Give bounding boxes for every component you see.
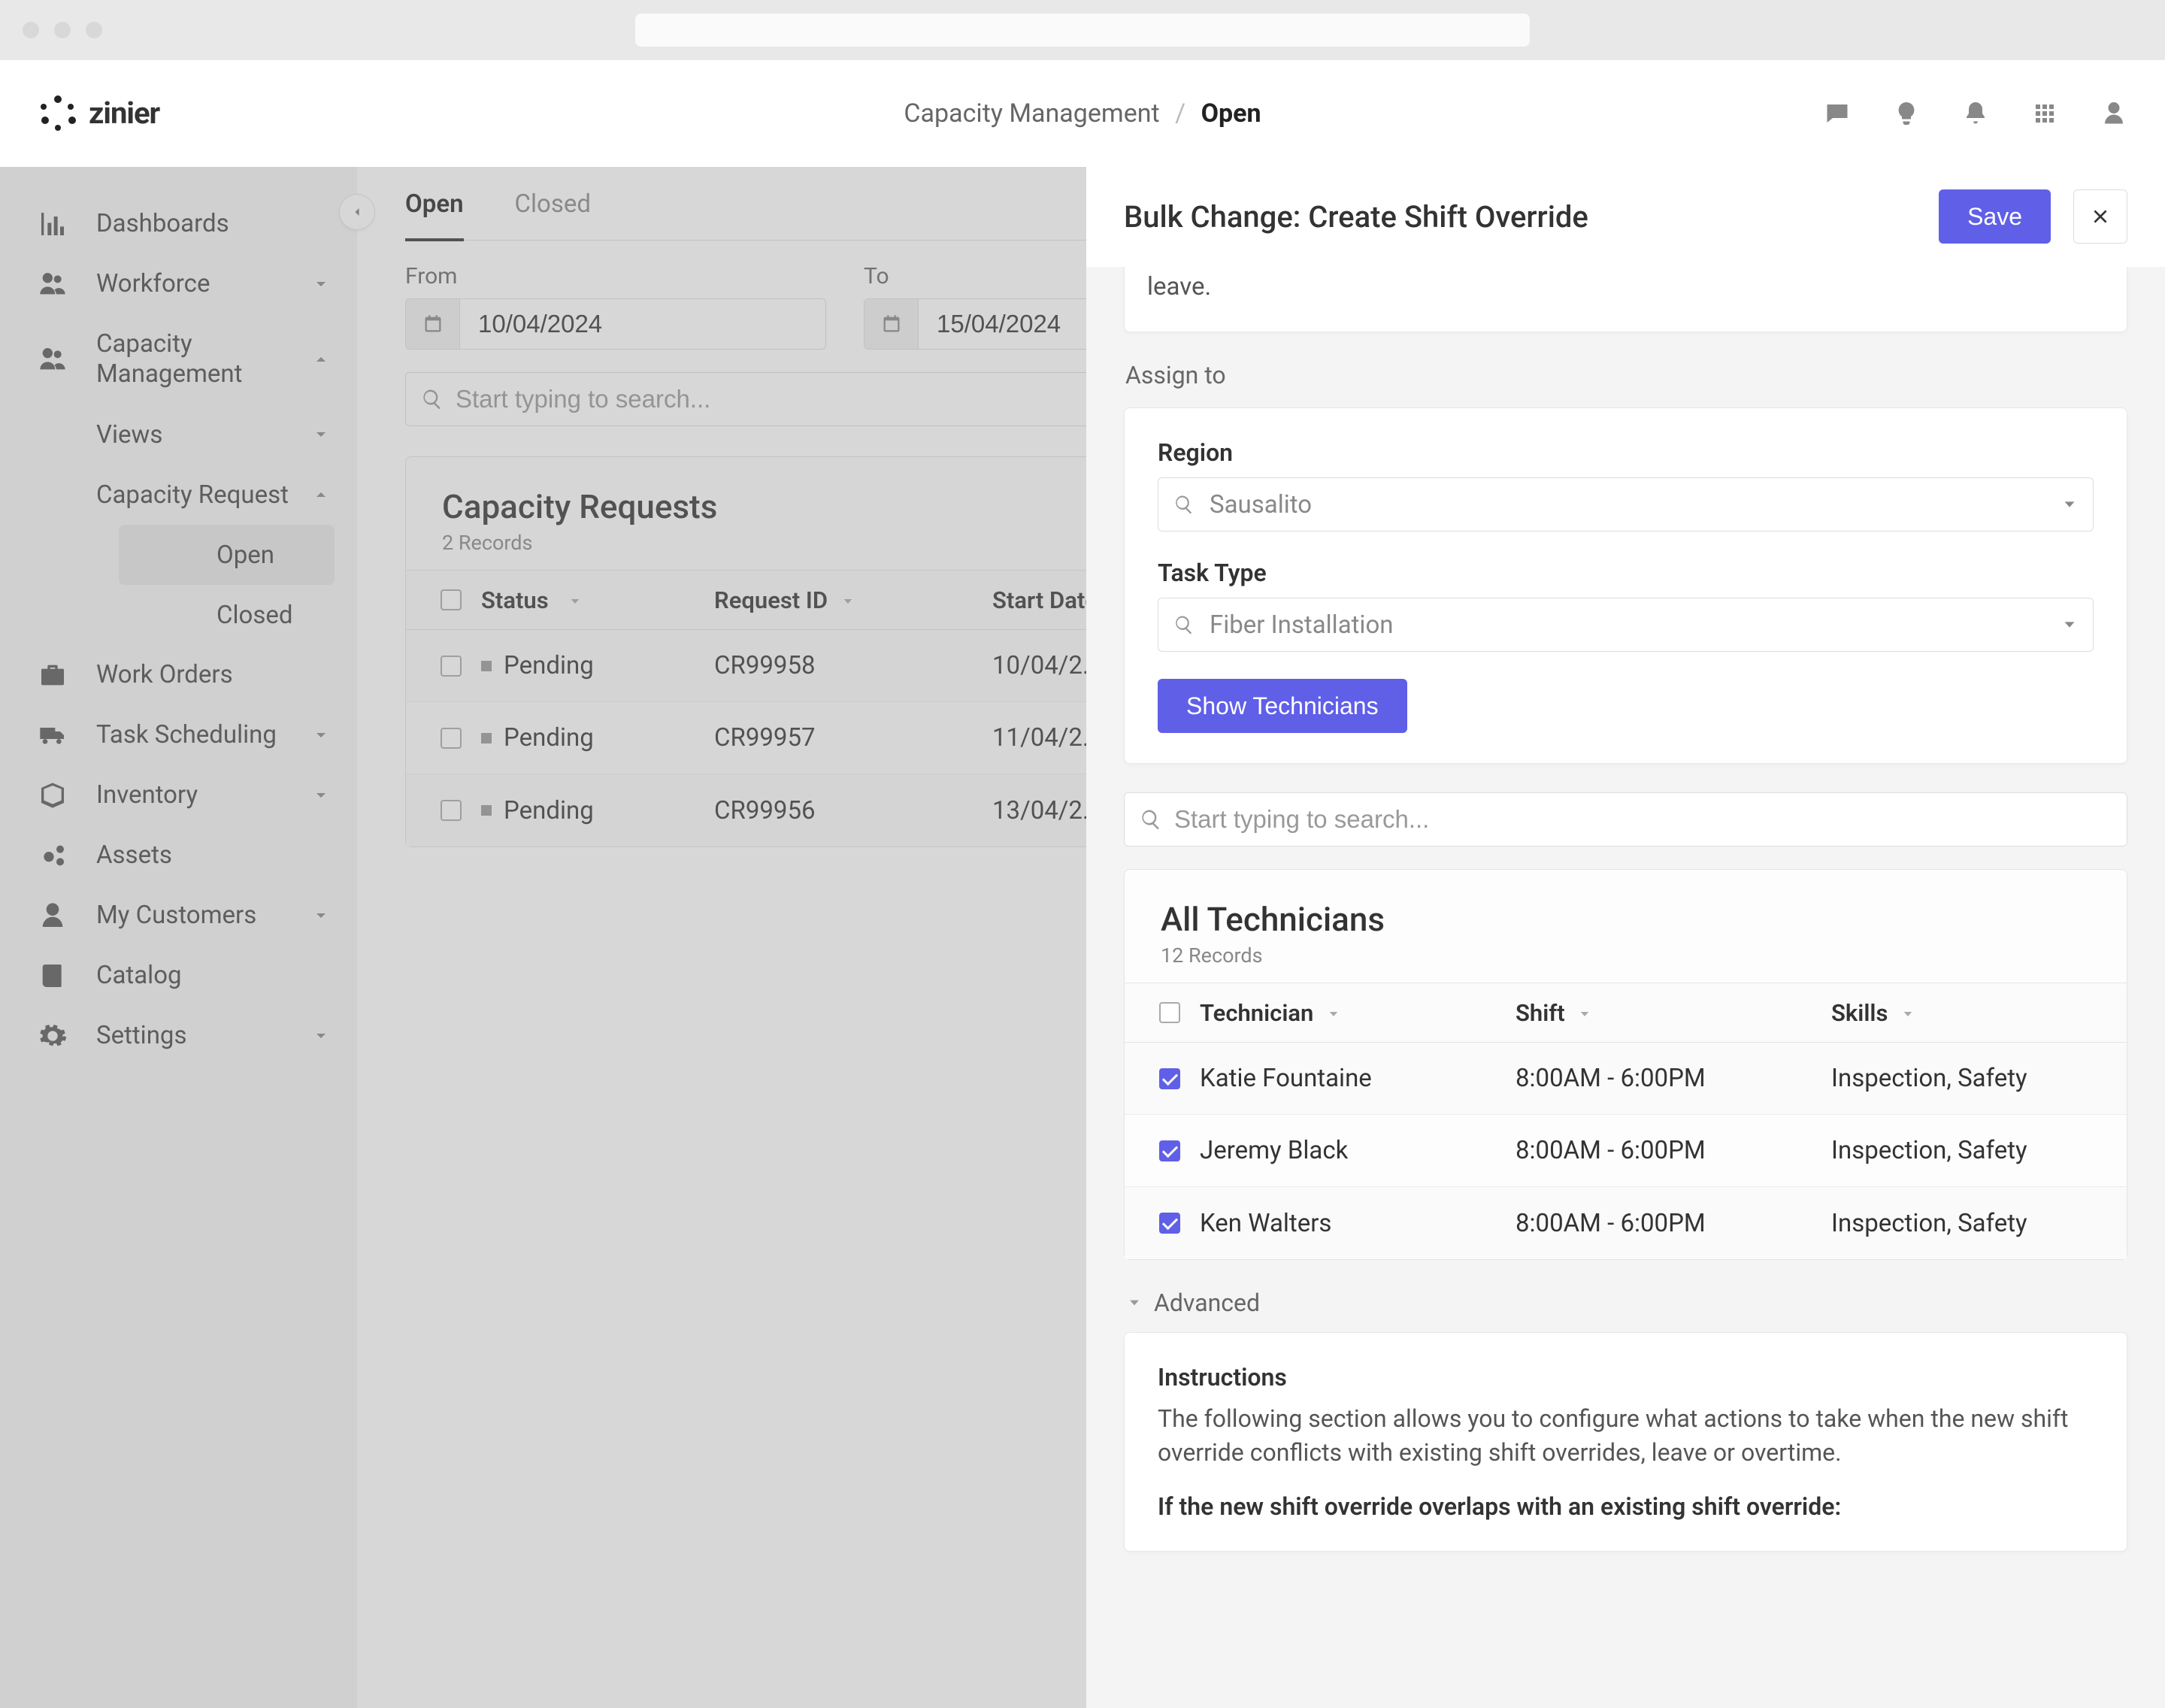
tasktype-select[interactable]: Fiber Installation (1158, 598, 2094, 652)
region-value: Sausalito (1210, 490, 2061, 519)
instructions-body: The following section allows you to conf… (1158, 1402, 2094, 1470)
window-dot[interactable] (23, 22, 39, 38)
row-checkbox[interactable] (1159, 1213, 1180, 1234)
help-icon[interactable] (1893, 100, 1920, 127)
main-layout: Dashboards Workforce Capacity Management… (0, 167, 2165, 1708)
instructions-subtitle: If the new shift override overlaps with … (1158, 1492, 2094, 1521)
chevron-down-icon (2061, 496, 2078, 513)
topbar: zinier Capacity Management / Open (0, 60, 2165, 167)
tasktype-label: Task Type (1158, 559, 2094, 587)
skills-cell: Inspection, Safety (1831, 1064, 2112, 1093)
brand-name: zinier (89, 95, 159, 131)
row-checkbox[interactable] (1159, 1140, 1180, 1161)
table-row[interactable]: Katie Fountaine8:00AM - 6:00PMInspection… (1125, 1043, 2127, 1115)
close-icon (2091, 207, 2110, 226)
window-dot[interactable] (86, 22, 102, 38)
technicians-header: All Technicians 12 Records (1125, 870, 2127, 983)
browser-titlebar (0, 0, 2165, 60)
shift-cell: 8:00AM - 6:00PM (1516, 1064, 1831, 1093)
col-technician-header[interactable]: Technician (1200, 999, 1516, 1027)
window-controls (23, 22, 102, 38)
assign-panel: Region Sausalito Task Type Fiber Install… (1124, 407, 2127, 764)
instructions-title: Instructions (1158, 1363, 2094, 1392)
logo-mark-icon (38, 93, 78, 134)
advanced-label: Advanced (1154, 1289, 1260, 1317)
search-icon (1140, 808, 1162, 831)
breadcrumb-section[interactable]: Capacity Management (904, 98, 1159, 129)
sort-icon (1578, 999, 1591, 1027)
technician-cell: Ken Walters (1200, 1209, 1516, 1238)
topbar-actions (1824, 100, 2127, 127)
close-button[interactable] (2073, 189, 2127, 244)
triangle-down-icon (1127, 1295, 1142, 1310)
technicians-rows: Katie Fountaine8:00AM - 6:00PMInspection… (1125, 1043, 2127, 1259)
app-window: zinier Capacity Management / Open Dashbo… (0, 0, 2165, 1708)
technicians-table-head: Technician Shift Skills (1125, 983, 2127, 1043)
brand-logo[interactable]: zinier (38, 93, 159, 134)
drawer-body: leave. Assign to Region Sausalito Task T… (1086, 267, 2165, 1589)
shift-cell: 8:00AM - 6:00PM (1516, 1209, 1831, 1238)
region-field: Region Sausalito (1158, 438, 2094, 531)
skills-cell: Inspection, Safety (1831, 1136, 2112, 1165)
table-row[interactable]: Ken Walters8:00AM - 6:00PMInspection, Sa… (1125, 1187, 2127, 1259)
tech-search-input[interactable] (1174, 805, 2112, 834)
breadcrumb: Capacity Management / Open (904, 98, 1261, 129)
col-skills-header[interactable]: Skills (1831, 999, 2112, 1027)
apps-icon[interactable] (2031, 100, 2058, 127)
window-dot[interactable] (54, 22, 71, 38)
technicians-count: 12 Records (1161, 943, 2091, 968)
show-technicians-button[interactable]: Show Technicians (1158, 679, 1407, 733)
region-select[interactable]: Sausalito (1158, 477, 2094, 531)
drawer-panel: Bulk Change: Create Shift Override Save … (1086, 167, 2165, 1708)
skills-cell: Inspection, Safety (1831, 1209, 2112, 1238)
shift-cell: 8:00AM - 6:00PM (1516, 1136, 1831, 1165)
tasktype-value: Fiber Installation (1210, 610, 2061, 640)
sort-icon (1901, 999, 1915, 1027)
search-icon (1173, 494, 1195, 515)
tech-select-all[interactable] (1159, 1002, 1180, 1023)
col-shift-header[interactable]: Shift (1516, 999, 1831, 1027)
note-panel: leave. (1124, 267, 2127, 332)
region-label: Region (1158, 438, 2094, 467)
note-text: leave. (1147, 270, 2104, 304)
drawer-header: Bulk Change: Create Shift Override Save (1086, 167, 2165, 267)
profile-icon[interactable] (2100, 100, 2127, 127)
notifications-icon[interactable] (1962, 100, 1989, 127)
save-button[interactable]: Save (1939, 189, 2051, 244)
chevron-down-icon (2061, 616, 2078, 633)
technician-cell: Jeremy Black (1200, 1136, 1516, 1165)
tech-search-bar[interactable] (1124, 792, 2127, 846)
breadcrumb-current: Open (1201, 98, 1261, 129)
row-checkbox[interactable] (1159, 1068, 1180, 1089)
assign-label: Assign to (1125, 361, 2127, 389)
url-bar[interactable] (635, 14, 1530, 47)
table-row[interactable]: Jeremy Black8:00AM - 6:00PMInspection, S… (1125, 1115, 2127, 1187)
comments-icon[interactable] (1824, 100, 1851, 127)
tasktype-field: Task Type Fiber Installation (1158, 559, 2094, 652)
search-icon (1173, 614, 1195, 635)
technicians-title: All Technicians (1161, 900, 2091, 939)
instructions-panel: Instructions The following section allow… (1124, 1332, 2127, 1552)
drawer-title: Bulk Change: Create Shift Override (1124, 199, 1916, 235)
sort-icon (1327, 999, 1340, 1027)
technicians-card: All Technicians 12 Records Technician Sh… (1124, 869, 2127, 1260)
advanced-toggle[interactable]: Advanced (1124, 1283, 2127, 1332)
technician-cell: Katie Fountaine (1200, 1064, 1516, 1093)
breadcrumb-separator: / (1175, 98, 1185, 129)
